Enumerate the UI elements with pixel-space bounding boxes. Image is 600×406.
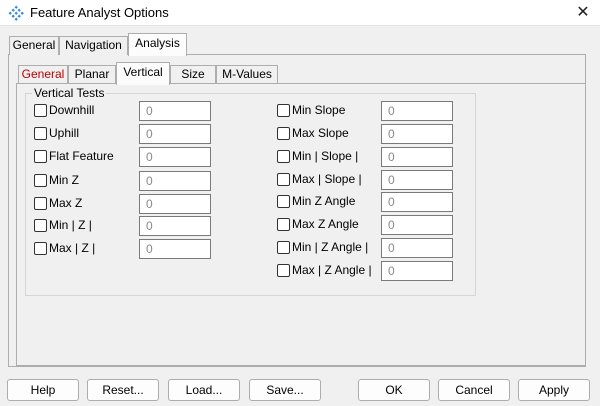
- checkbox-box[interactable]: [34, 127, 47, 140]
- checkbox-box[interactable]: [277, 264, 290, 277]
- tab-analysis[interactable]: Analysis: [128, 33, 187, 56]
- min-z-input[interactable]: 0: [139, 171, 211, 191]
- checkbox-box[interactable]: [34, 150, 47, 163]
- subtab-vertical-label: Vertical: [123, 65, 163, 79]
- tab-navigation-label: Navigation: [65, 38, 122, 52]
- subtab-m-values-label: M-Values: [222, 67, 272, 81]
- apply-button[interactable]: Apply: [518, 379, 590, 401]
- checkbox-box[interactable]: [277, 173, 290, 186]
- title-bar: Feature Analyst Options ✕: [0, 0, 600, 26]
- checkbox-box[interactable]: [34, 174, 47, 187]
- checkbox-label: Downhill: [49, 103, 95, 117]
- checkbox-label: Min Z Angle: [292, 194, 356, 208]
- checkbox-box[interactable]: [34, 219, 47, 232]
- checkbox-box[interactable]: [277, 127, 290, 140]
- tab-analysis-label: Analysis: [135, 36, 180, 50]
- app-icon: [8, 5, 24, 21]
- window-title: Feature Analyst Options: [30, 5, 169, 20]
- checkbox-box[interactable]: [277, 150, 290, 163]
- subtab-general[interactable]: General: [18, 65, 68, 84]
- load-button[interactable]: Load...: [168, 379, 240, 401]
- subtab-vertical[interactable]: Vertical: [116, 62, 170, 85]
- help-button[interactable]: Help: [7, 379, 79, 401]
- checkbox-label: Min Z: [49, 173, 79, 187]
- checkbox-box[interactable]: [34, 104, 47, 117]
- group-title: Vertical Tests: [32, 86, 107, 100]
- uphill-input[interactable]: 0: [139, 124, 211, 144]
- tab-general-label: General: [12, 38, 56, 52]
- checkbox-label: Min | Z Angle |: [292, 240, 369, 254]
- checkbox-label: Max Slope: [292, 126, 349, 140]
- subtab-size[interactable]: Size: [170, 65, 216, 84]
- subtab-size-label: Size: [181, 67, 205, 81]
- subtab-m-values[interactable]: M-Values: [216, 65, 278, 84]
- min-abs-z-input[interactable]: 0: [139, 216, 211, 236]
- max-slope-input[interactable]: 0: [381, 124, 453, 144]
- max-abs-z-angle-input[interactable]: 0: [381, 261, 453, 281]
- checkbox-label: Min Slope: [292, 103, 346, 117]
- close-icon[interactable]: ✕: [566, 0, 600, 26]
- min-abs-slope-input[interactable]: 0: [381, 147, 453, 167]
- max-abs-slope-input[interactable]: 0: [381, 170, 453, 190]
- checkbox-label: Max Z Angle: [292, 217, 359, 231]
- checkbox-box[interactable]: [277, 218, 290, 231]
- tab-general[interactable]: General: [9, 36, 59, 55]
- max-z-angle-input[interactable]: 0: [381, 215, 453, 235]
- checkbox-label: Flat Feature: [49, 149, 114, 163]
- flat-feature-input[interactable]: 0: [139, 147, 211, 167]
- min-slope-input[interactable]: 0: [381, 101, 453, 121]
- checkbox-box[interactable]: [277, 195, 290, 208]
- save-button[interactable]: Save...: [249, 379, 321, 401]
- max-abs-z-input[interactable]: 0: [139, 239, 211, 259]
- checkbox-label: Max | Z Angle |: [292, 263, 372, 277]
- min-z-angle-input[interactable]: 0: [381, 192, 453, 212]
- checkbox-label: Min | Slope |: [292, 149, 359, 163]
- checkbox-label: Min | Z |: [49, 218, 92, 232]
- checkbox-box[interactable]: [34, 242, 47, 255]
- tab-navigation[interactable]: Navigation: [59, 36, 128, 55]
- checkbox-label: Max | Z |: [49, 241, 96, 255]
- checkbox-box[interactable]: [34, 197, 47, 210]
- subtab-general-label: General: [21, 67, 65, 81]
- min-abs-z-angle-input[interactable]: 0: [381, 238, 453, 258]
- ok-button[interactable]: OK: [358, 379, 430, 401]
- checkbox-label: Max Z: [49, 196, 83, 210]
- checkbox-box[interactable]: [277, 104, 290, 117]
- max-z-input[interactable]: 0: [139, 194, 211, 214]
- reset-button[interactable]: Reset...: [87, 379, 159, 401]
- subtab-planar-label: Planar: [74, 67, 110, 81]
- downhill-input[interactable]: 0: [139, 101, 211, 121]
- subtab-planar[interactable]: Planar: [68, 65, 116, 84]
- checkbox-box[interactable]: [277, 241, 290, 254]
- checkbox-label: Max | Slope |: [292, 172, 362, 186]
- checkbox-label: Uphill: [49, 126, 80, 140]
- cancel-button[interactable]: Cancel: [438, 379, 510, 401]
